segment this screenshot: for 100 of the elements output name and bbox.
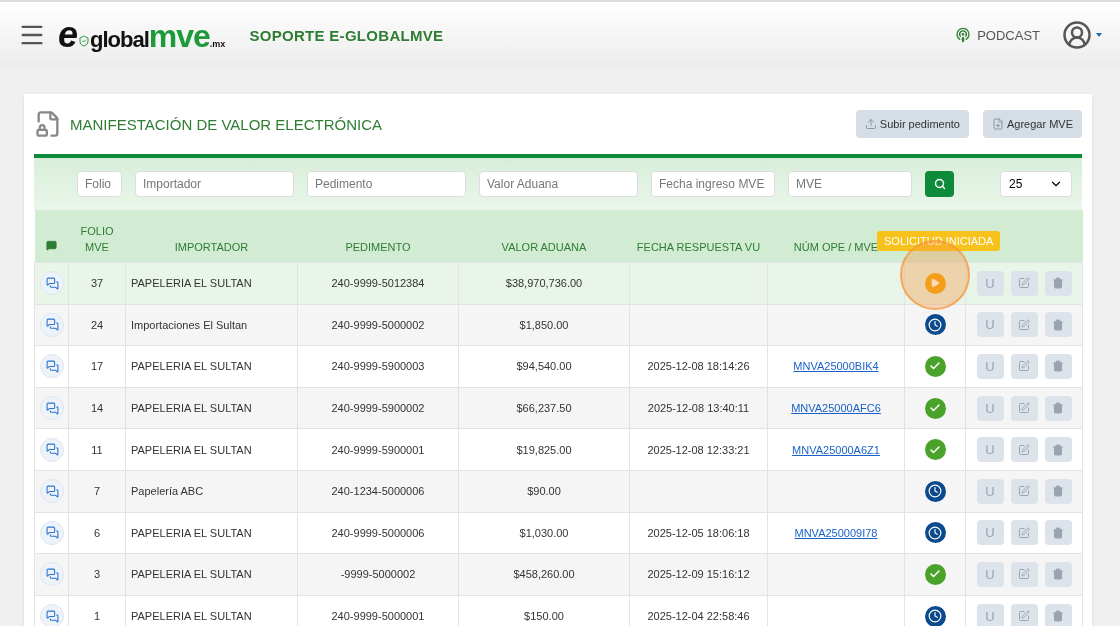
table-row[interactable]: 6 PAPELERIA EL SULTAN 240-9999-5000006 $1,030.00 2025-12-05 18:06:18 MNVA250009I78 U [34, 512, 1083, 554]
chat-button[interactable] [40, 520, 64, 545]
date-text: 2025-12-08 13:40:11 [647, 402, 750, 415]
clock-status-icon [924, 314, 946, 336]
importer-text: PAPELERIA EL SULTAN [131, 443, 252, 456]
importer-text: PAPELERIA EL SULTAN [131, 568, 252, 581]
edit-button[interactable] [1010, 395, 1038, 421]
check-status-icon [924, 563, 946, 585]
delete-button[interactable] [1044, 603, 1072, 626]
delete-button[interactable] [1044, 270, 1072, 296]
delete-button[interactable] [1044, 561, 1072, 587]
table-row[interactable]: 1 PAPELERIA EL SULTAN 240-9999-5000001 $150.00 2025-12-04 22:58:46 U [34, 595, 1083, 626]
edit-button[interactable] [1010, 354, 1038, 379]
chat-button[interactable] [40, 312, 64, 337]
clock-status-icon [924, 522, 946, 544]
edit-icon [1018, 318, 1030, 331]
edit-button[interactable] [1010, 603, 1038, 626]
edit-button[interactable] [1010, 520, 1038, 546]
pedimento-text: 240-9999-5000006 [331, 526, 425, 539]
chat-bubbles-icon [45, 360, 59, 373]
edit-button[interactable] [1010, 312, 1038, 338]
clock-status-icon [924, 480, 946, 502]
importer-text: PAPELERIA EL SULTAN [131, 277, 252, 290]
trash-icon [1052, 318, 1064, 331]
chat-bubbles-icon [45, 318, 59, 332]
delete-button[interactable] [1044, 520, 1072, 546]
table-row[interactable]: 24 Importaciones El Sultan 240-9999-5000002 $1,850.00 U [34, 304, 1083, 346]
add-button[interactable]: Agregar MVE [982, 110, 1082, 138]
table-row[interactable]: 3 PAPELERIA EL SULTAN -9999-5000002 $458,260.00 2025-12-09 15:16:12 U [34, 553, 1083, 596]
value-text: $150.00 [524, 610, 564, 623]
upload-button[interactable]: Subir pedimento [855, 110, 969, 138]
chat-button[interactable] [40, 437, 64, 462]
edit-icon [1018, 443, 1030, 456]
importer-text: PAPELERIA EL SULTAN [131, 610, 252, 623]
file-plus-icon [991, 118, 1004, 130]
value-text: $19,825.00 [516, 443, 572, 456]
value-text: $66,237.50 [516, 402, 572, 415]
pedimento-text: 240-9999-5012384 [331, 277, 425, 290]
page-size-select[interactable]: 25 [1000, 171, 1072, 197]
mve-link[interactable]: MNVA25000BIK4 [793, 360, 879, 373]
edit-icon [1018, 568, 1030, 581]
date-text: 2025-12-05 18:06:18 [647, 526, 750, 539]
search-button[interactable] [925, 171, 954, 197]
chat-button[interactable] [40, 271, 64, 296]
importer-text: Papelería ABC [131, 485, 204, 498]
pedimento-text: 240-9999-5900003 [331, 360, 425, 373]
date-text: 2025-12-08 18:14:26 [647, 360, 750, 373]
table-row[interactable]: 17 PAPELERIA EL SULTAN 240-9999-5900003 $94,540.00 2025-12-08 18:14:26 MNVA25000BIK4 U [34, 345, 1083, 388]
delete-button[interactable] [1044, 478, 1072, 504]
edit-button[interactable] [1010, 437, 1038, 463]
table-row[interactable]: 37 PAPELERIA EL SULTAN 240-9999-5012384 $38,970,736.00 U [34, 262, 1083, 305]
column-header: VALOR ADUANA [501, 241, 587, 253]
user-avatar-icon[interactable] [1062, 20, 1092, 50]
delete-button[interactable] [1044, 437, 1072, 463]
edit-icon [1018, 610, 1030, 623]
table-row[interactable]: 11 PAPELERIA EL SULTAN 240-9999-5900001 $19,825.00 2025-12-08 12:33:21 MNVA25000A6Z1 U [34, 428, 1083, 471]
podcast-icon [955, 27, 972, 43]
filter-field[interactable]: Pedimento [307, 171, 466, 197]
edit-button[interactable] [1010, 478, 1038, 504]
check-status-icon [924, 397, 946, 419]
filter-field[interactable]: MVE [788, 171, 912, 197]
trash-icon [1052, 610, 1064, 623]
filter-field[interactable]: Fecha ingreso MVE [651, 171, 775, 197]
date-text: 2025-12-08 12:33:21 [647, 443, 750, 456]
caret-icon[interactable] [1096, 33, 1102, 37]
mve-link[interactable]: MNVA250009I78 [794, 526, 878, 539]
edit-icon [1018, 360, 1030, 373]
chat-button[interactable] [40, 479, 64, 504]
chat-bubbles-icon [45, 443, 59, 457]
value-text: $90.00 [527, 485, 561, 498]
table-row[interactable]: 7 Papelería ABC 240-1234-5000006 $90.00 U [34, 470, 1083, 513]
chat-button[interactable] [40, 604, 64, 626]
trash-icon [1052, 402, 1064, 415]
folio-text: 24 [90, 318, 104, 331]
chat-button[interactable] [40, 354, 64, 379]
chat-button[interactable] [40, 396, 64, 421]
podcast-link[interactable]: PODCAST [955, 27, 1040, 43]
chat-bubbles-icon [45, 484, 59, 498]
trash-icon [1052, 485, 1064, 498]
clock-status-icon [924, 605, 946, 626]
edit-button[interactable] [1010, 561, 1038, 587]
mve-link[interactable]: MNVA25000A6Z1 [792, 443, 880, 456]
trash-icon [1052, 443, 1064, 456]
delete-button[interactable] [1044, 312, 1072, 338]
search-icon [933, 178, 946, 190]
date-text: 2025-12-09 15:16:12 [647, 568, 750, 581]
pedimento-text: -9999-5000002 [340, 568, 416, 581]
chat-bubbles-icon [45, 567, 59, 581]
edit-button[interactable] [1010, 270, 1038, 296]
trash-icon [1052, 277, 1064, 290]
filter-field[interactable]: Importador [135, 171, 294, 197]
filter-field[interactable]: Valor Aduana [479, 171, 638, 197]
column-header: PEDIMENTO [345, 241, 411, 253]
delete-button[interactable] [1044, 395, 1072, 421]
edit-icon [1018, 485, 1030, 498]
chat-button[interactable] [40, 562, 64, 587]
table-row[interactable]: 14 PAPELERIA EL SULTAN 240-9999-5900002 $66,237.50 2025-12-08 13:40:11 MNVA25000AFC6 U [34, 387, 1083, 429]
delete-button[interactable] [1044, 354, 1072, 379]
upload-icon [864, 118, 877, 130]
filter-field[interactable]: Folio [77, 171, 122, 197]
